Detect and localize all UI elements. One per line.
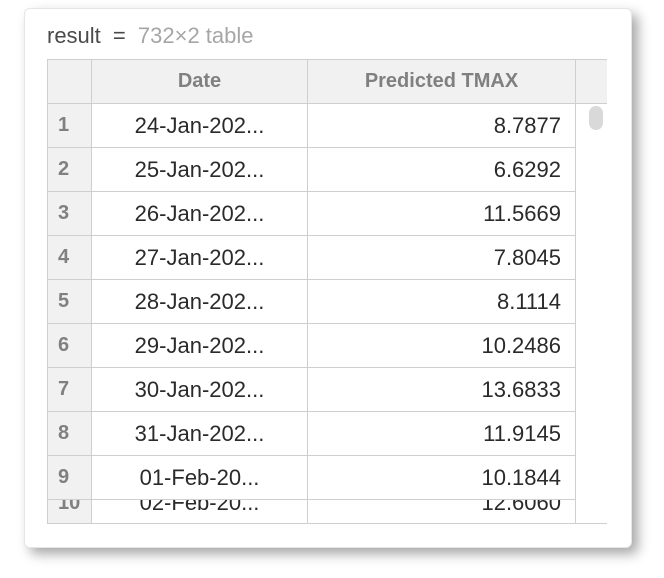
table-row[interactable]: 2 25-Jan-202... 6.6292 bbox=[48, 148, 608, 192]
cell-date[interactable]: 31-Jan-202... bbox=[92, 412, 308, 456]
cell-date[interactable]: 25-Jan-202... bbox=[92, 148, 308, 192]
result-table: Date Predicted TMAX 1 24-Jan-202... 8.78… bbox=[47, 59, 607, 524]
cell-date[interactable]: 27-Jan-202... bbox=[92, 236, 308, 280]
cell-predicted-tmax[interactable]: 6.6292 bbox=[308, 148, 576, 192]
cell-predicted-tmax[interactable]: 8.1114 bbox=[308, 280, 576, 324]
row-index: 1 bbox=[48, 104, 92, 148]
table-row[interactable]: 7 30-Jan-202... 13.6833 bbox=[48, 368, 608, 412]
row-index: 10 bbox=[48, 500, 92, 524]
table-row[interactable]: 8 31-Jan-202... 11.9145 bbox=[48, 412, 608, 456]
table-row[interactable]: 1 24-Jan-202... 8.7877 bbox=[48, 104, 608, 148]
cell-date[interactable]: 28-Jan-202... bbox=[92, 280, 308, 324]
variable-name: result bbox=[47, 23, 101, 48]
col-header-date[interactable]: Date bbox=[92, 60, 308, 104]
variable-header: result = 732×2 table bbox=[47, 23, 615, 49]
row-index: 4 bbox=[48, 236, 92, 280]
cell-date[interactable]: 30-Jan-202... bbox=[92, 368, 308, 412]
cell-predicted-tmax[interactable]: 10.2486 bbox=[308, 324, 576, 368]
cell-predicted-tmax[interactable]: 13.6833 bbox=[308, 368, 576, 412]
cell-date[interactable]: 24-Jan-202... bbox=[92, 104, 308, 148]
table-viewport[interactable]: Date Predicted TMAX 1 24-Jan-202... 8.78… bbox=[47, 59, 607, 529]
row-index: 7 bbox=[48, 368, 92, 412]
cell-date[interactable]: 26-Jan-202... bbox=[92, 192, 308, 236]
row-index: 2 bbox=[48, 148, 92, 192]
row-index: 8 bbox=[48, 412, 92, 456]
cell-predicted-tmax[interactable]: 11.5669 bbox=[308, 192, 576, 236]
scrollbar-thumb[interactable] bbox=[589, 106, 603, 130]
cell-predicted-tmax[interactable]: 11.9145 bbox=[308, 412, 576, 456]
table-row[interactable]: 3 26-Jan-202... 11.5669 bbox=[48, 192, 608, 236]
table-row[interactable]: 4 27-Jan-202... 7.8045 bbox=[48, 236, 608, 280]
table-row[interactable]: 10 02-Feb-20... 12.6060 bbox=[48, 500, 608, 524]
col-header-predicted-tmax[interactable]: Predicted TMAX bbox=[308, 60, 576, 104]
equals-sign: = bbox=[113, 23, 126, 48]
table-row[interactable]: 6 29-Jan-202... 10.2486 bbox=[48, 324, 608, 368]
cell-predicted-tmax[interactable]: 12.6060 bbox=[308, 500, 576, 524]
table-row[interactable]: 5 28-Jan-202... 8.1114 bbox=[48, 280, 608, 324]
cell-date[interactable]: 29-Jan-202... bbox=[92, 324, 308, 368]
scrollbar-track[interactable] bbox=[576, 104, 608, 524]
row-index: 6 bbox=[48, 324, 92, 368]
col-header-scroll bbox=[576, 60, 608, 104]
cell-date[interactable]: 02-Feb-20... bbox=[92, 500, 308, 524]
row-index: 3 bbox=[48, 192, 92, 236]
cell-predicted-tmax[interactable]: 10.1844 bbox=[308, 456, 576, 500]
cell-date[interactable]: 01-Feb-20... bbox=[92, 456, 308, 500]
col-header-index[interactable] bbox=[48, 60, 92, 104]
row-index: 5 bbox=[48, 280, 92, 324]
table-dimensions: 732×2 table bbox=[138, 23, 254, 48]
table-row[interactable]: 9 01-Feb-20... 10.1844 bbox=[48, 456, 608, 500]
cell-predicted-tmax[interactable]: 8.7877 bbox=[308, 104, 576, 148]
table-header-row: Date Predicted TMAX bbox=[48, 60, 608, 104]
result-panel: result = 732×2 table Date Predicted TMAX… bbox=[24, 8, 632, 548]
cell-predicted-tmax[interactable]: 7.8045 bbox=[308, 236, 576, 280]
row-index: 9 bbox=[48, 456, 92, 500]
